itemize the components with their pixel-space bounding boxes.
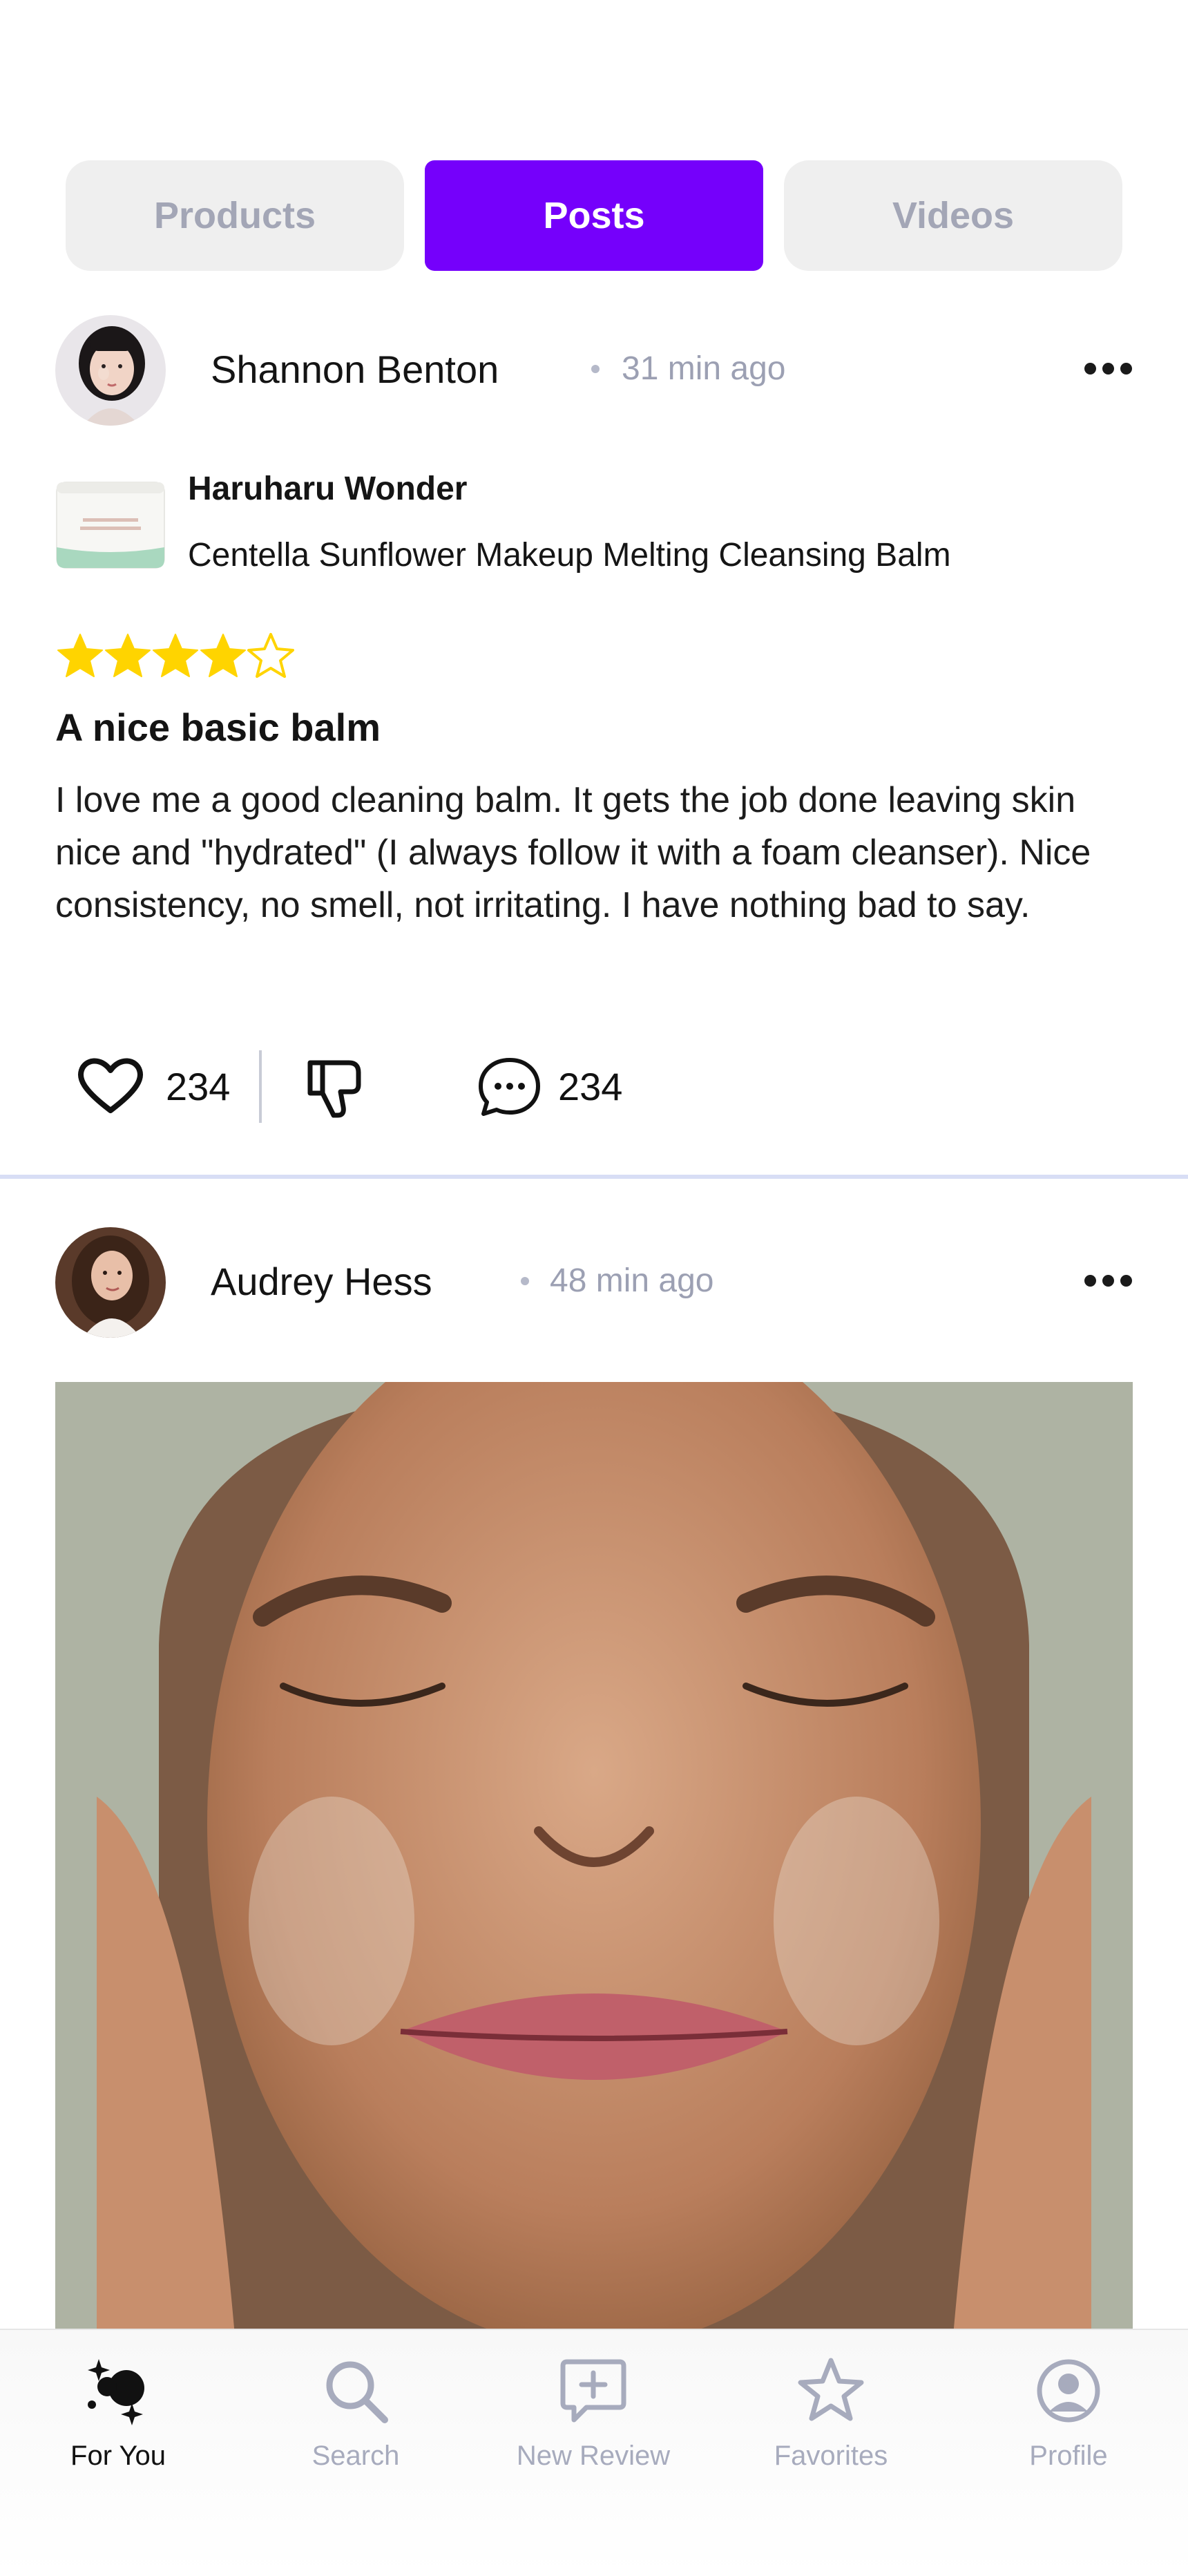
thumbs-down-icon[interactable]: [300, 1057, 370, 1119]
post-separator: [0, 1175, 1188, 1179]
post-time: 31 min ago: [622, 350, 786, 387]
tab-posts[interactable]: Posts: [425, 160, 763, 271]
nav-profile[interactable]: Profile: [965, 2344, 1172, 2482]
add-review-icon: [560, 2359, 626, 2423]
comment-icon[interactable]: [477, 1056, 542, 1118]
profile-icon: [1037, 2359, 1100, 2423]
more-options-icon[interactable]: [1084, 358, 1133, 379]
nav-search[interactable]: Search: [252, 2344, 459, 2482]
post-actions: 234 234: [55, 1043, 746, 1126]
avatar[interactable]: [55, 315, 166, 426]
separator-dot: [591, 365, 600, 373]
heart-icon[interactable]: [76, 1054, 145, 1116]
comment-count: 234: [558, 1065, 623, 1108]
nav-new-review[interactable]: New Review: [490, 2344, 697, 2482]
tab-videos[interactable]: Videos: [784, 160, 1122, 271]
bottom-navigation: For You Search New Review Favorites Prof…: [0, 2329, 1188, 2576]
like-count: 234: [166, 1065, 231, 1108]
nav-label: New Review: [516, 2441, 671, 2471]
post-photo[interactable]: [55, 1382, 1133, 2336]
nav-label: Search: [312, 2441, 400, 2471]
nav-label: Favorites: [774, 2441, 888, 2471]
author-name[interactable]: Shannon Benton: [211, 347, 499, 392]
review-body: I love me a good cleaning balm. It gets …: [55, 780, 1091, 925]
avatar[interactable]: [55, 1227, 166, 1338]
action-divider: [259, 1050, 262, 1123]
product-brand: Haruharu Wonder: [188, 471, 468, 507]
tab-products[interactable]: Products: [66, 160, 404, 271]
post-header: Shannon Benton 31 min ago: [55, 315, 1133, 426]
product-thumbnail: [55, 481, 166, 569]
nav-label: Profile: [1029, 2441, 1108, 2471]
nav-label: For You: [70, 2441, 166, 2471]
author-name[interactable]: Audrey Hess: [211, 1259, 432, 1304]
search-icon: [326, 2361, 388, 2423]
nav-favorites[interactable]: Favorites: [727, 2344, 935, 2482]
rating-stars-icon: [57, 633, 294, 678]
star-rating: [57, 627, 305, 683]
more-options-icon[interactable]: [1084, 1270, 1133, 1291]
nav-for-you[interactable]: For You: [15, 2344, 222, 2482]
sparkles-icon: [88, 2359, 144, 2425]
product-name: Centella Sunflower Makeup Melting Cleans…: [188, 537, 951, 574]
post-time: 48 min ago: [550, 1262, 714, 1299]
feed-tabs: Products Posts Videos: [66, 160, 1122, 271]
separator-dot: [521, 1277, 529, 1285]
review-title: A nice basic balm: [55, 705, 381, 749]
star-icon: [798, 2358, 864, 2421]
post-header: Audrey Hess 48 min ago: [55, 1227, 1133, 1338]
reviewed-product[interactable]: Haruharu Wonder Centella Sunflower Makeu…: [55, 470, 1133, 574]
